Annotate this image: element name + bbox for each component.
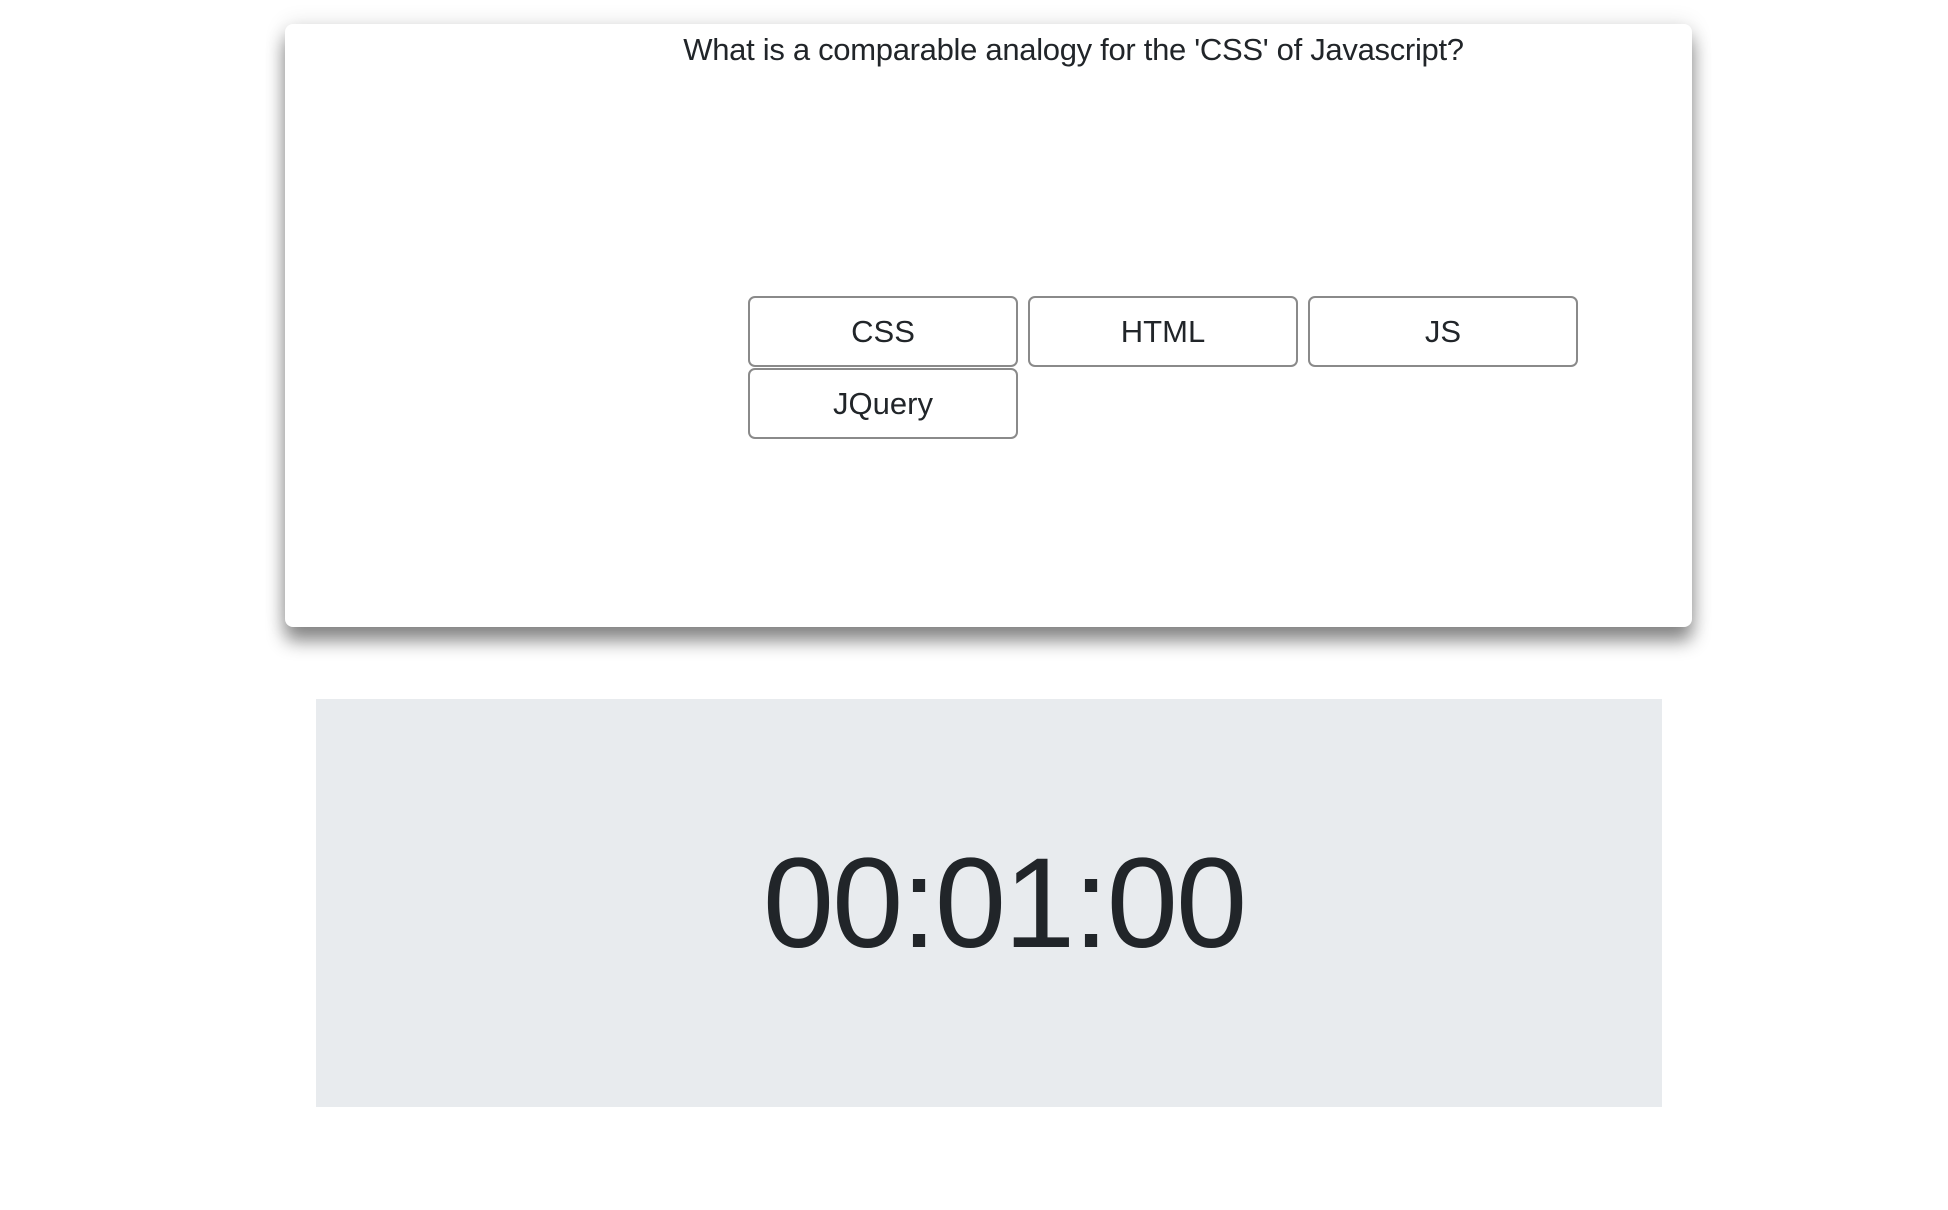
answer-option-html[interactable]: HTML xyxy=(1028,296,1298,367)
countdown-timer-text: 00:01:00 xyxy=(762,831,1247,975)
quiz-card: What is a comparable analogy for the 'CS… xyxy=(285,24,1692,627)
answer-option-jquery[interactable]: JQuery xyxy=(748,368,1018,439)
answer-option-css[interactable]: CSS xyxy=(748,296,1018,367)
countdown-timer-panel: 00:01:00 xyxy=(316,699,1662,1107)
answer-option-js[interactable]: JS xyxy=(1308,296,1578,367)
question-text: What is a comparable analogy for the 'CS… xyxy=(683,32,1464,67)
